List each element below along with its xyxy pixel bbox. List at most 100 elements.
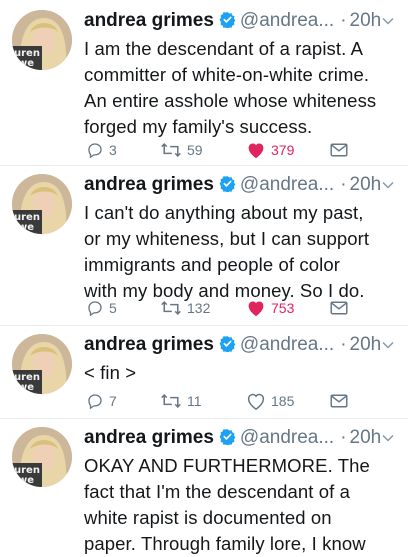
separator-dot: · — [340, 427, 347, 448]
retweet-button[interactable]: 59 — [160, 139, 203, 161]
tweet-text-line: white rapist is documented on — [84, 507, 332, 528]
reply-icon — [88, 394, 102, 410]
reply-icon — [88, 143, 102, 159]
user-handle[interactable]: @andrea... — [240, 334, 334, 355]
separator-dot: · — [340, 334, 347, 355]
avatar-image: uren we — [12, 427, 72, 487]
retweet-icon — [161, 300, 181, 316]
tweet-text-line: I am the descendant of a rapist. A — [84, 38, 364, 59]
tweet-actions: 3 59 379 — [84, 139, 384, 161]
user-handle[interactable]: @andrea... — [240, 174, 334, 195]
chevron-down-icon[interactable] — [382, 15, 394, 27]
timestamp[interactable]: 20h — [350, 427, 382, 448]
separator-dot: · — [340, 10, 347, 31]
tweet-text-line: An entire asshole whose whiteness — [84, 90, 377, 111]
tweet-text-line: OKAY AND FURTHERMORE. The — [84, 455, 370, 476]
heart-icon — [248, 301, 264, 317]
reply-count: 7 — [109, 393, 117, 409]
verified-badge-icon — [219, 429, 236, 445]
reply-button[interactable]: 7 — [86, 390, 117, 412]
user-name[interactable]: andrea grimes — [84, 174, 214, 195]
verified-badge-icon — [219, 12, 236, 28]
retweet-count: 59 — [187, 142, 203, 158]
tweet[interactable]: uren we andrea grimes @andrea... · 20h I ca… — [0, 170, 408, 325]
tweet-text: OKAY AND FURTHERMORE. The fact that I'm … — [84, 453, 402, 557]
dm-button[interactable] — [330, 139, 353, 161]
timestamp[interactable]: 20h — [350, 334, 382, 355]
tweet-text-line: fact that I'm the descendant of a — [84, 481, 350, 502]
tweet-text-line: immigrants and people of color — [84, 254, 340, 275]
like-button[interactable]: 379 — [246, 139, 294, 161]
avatar[interactable]: uren we — [12, 427, 72, 487]
tweet-text-line: committer of white-on-white crime. — [84, 64, 370, 85]
envelope-icon — [330, 301, 348, 315]
tweet-actions: 7 11 185 — [84, 390, 384, 412]
reply-button[interactable]: 5 — [86, 297, 117, 319]
tweet-text: I can't do anything about my past, or my… — [84, 200, 402, 304]
user-name[interactable]: andrea grimes — [84, 334, 214, 355]
like-button[interactable]: 185 — [246, 390, 294, 412]
tweet-header: andrea grimes @andrea... · 20h — [84, 330, 402, 360]
tweet-header: andrea grimes @andrea... · 20h — [84, 170, 402, 200]
tweet-feed: uren we andrea grimes @andrea... · 20h I am… — [0, 0, 408, 554]
retweet-button[interactable]: 11 — [160, 390, 202, 412]
retweet-icon — [161, 142, 181, 158]
user-name[interactable]: andrea grimes — [84, 427, 214, 448]
verified-badge-icon — [219, 176, 236, 192]
chevron-down-icon[interactable] — [382, 432, 394, 444]
envelope-icon — [330, 394, 348, 408]
reply-icon — [88, 301, 102, 317]
divider — [0, 325, 408, 326]
dm-button[interactable] — [330, 297, 353, 319]
svg-text:we: we — [18, 58, 34, 69]
like-button[interactable]: 753 — [246, 297, 294, 319]
tweet-actions: 5 132 753 — [84, 297, 384, 319]
heart-icon — [248, 143, 264, 159]
timestamp[interactable]: 20h — [350, 10, 382, 31]
envelope-icon — [330, 143, 348, 157]
avatar[interactable]: uren we — [12, 334, 72, 394]
tweet-text-line: forged my family's success. — [84, 116, 313, 137]
tweet-text-line: paper. Through family lore, I know — [84, 533, 366, 554]
tweet-text: < fin > — [84, 360, 402, 386]
retweet-icon — [161, 393, 181, 409]
tweet-header: andrea grimes @andrea... · 20h — [84, 6, 402, 36]
svg-text:we: we — [18, 222, 34, 233]
user-name[interactable]: andrea grimes — [84, 10, 214, 31]
tweet[interactable]: uren we andrea grimes @andrea... · 20h I am… — [0, 6, 408, 166]
verified-badge-icon — [219, 336, 236, 352]
separator-dot: · — [340, 174, 347, 195]
chevron-down-icon[interactable] — [382, 339, 394, 351]
dm-button[interactable] — [330, 390, 353, 412]
avatar[interactable]: uren we — [12, 10, 72, 70]
tweet-header: andrea grimes @andrea... · 20h — [84, 423, 402, 453]
tweet-text-line: I can't do anything about my past, — [84, 202, 364, 223]
tweet-text-line: < fin > — [84, 362, 137, 383]
tweet[interactable]: uren we andrea grimes @andrea... · 20h OKAY… — [0, 423, 408, 554]
user-handle[interactable]: @andrea... — [240, 427, 334, 448]
retweet-count: 11 — [187, 393, 202, 409]
svg-text:we: we — [18, 382, 34, 393]
avatar-image: uren we — [12, 174, 72, 234]
retweet-button[interactable]: 132 — [160, 297, 210, 319]
divider — [0, 418, 408, 419]
chevron-down-icon[interactable] — [382, 179, 394, 191]
avatar[interactable]: uren we — [12, 174, 72, 234]
svg-text:we: we — [18, 475, 34, 486]
reply-count: 5 — [109, 300, 117, 316]
retweet-count: 132 — [187, 300, 211, 316]
tweet[interactable]: uren we andrea grimes @andrea... · 20h < fi… — [0, 330, 408, 420]
heart-icon — [247, 393, 265, 410]
reply-button[interactable]: 3 — [86, 139, 117, 161]
like-count: 379 — [271, 142, 295, 158]
timestamp[interactable]: 20h — [350, 174, 382, 195]
user-handle[interactable]: @andrea... — [240, 10, 334, 31]
tweet-text: I am the descendant of a rapist. A commi… — [84, 36, 402, 140]
reply-count: 3 — [109, 142, 117, 158]
tweet-text-line: or my whiteness, but I can support — [84, 228, 370, 249]
avatar-image: uren we — [12, 10, 72, 70]
avatar-image: uren we — [12, 334, 72, 394]
like-count: 185 — [271, 393, 295, 409]
like-count: 753 — [271, 300, 295, 316]
divider — [0, 165, 408, 166]
